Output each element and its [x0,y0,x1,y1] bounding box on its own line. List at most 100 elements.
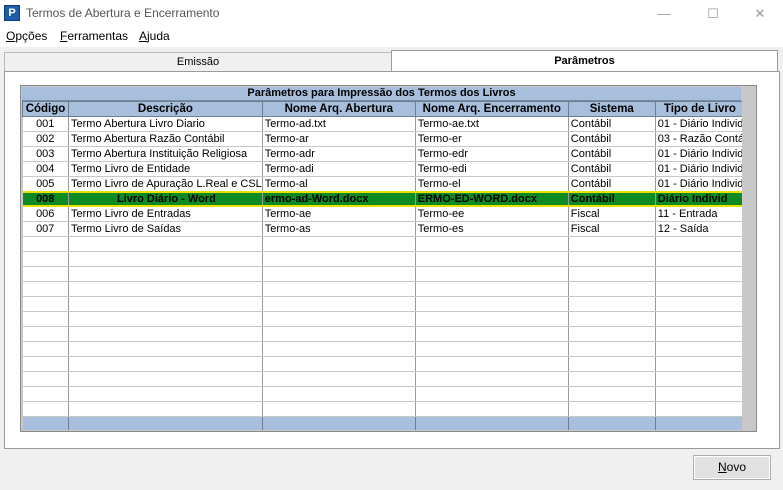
tab-emissao[interactable]: Emissão [4,52,392,71]
empty-cell[interactable] [568,401,656,417]
menu-ajuda[interactable]: Ajuda [139,29,170,43]
empty-row[interactable] [22,266,746,282]
table-cell[interactable]: Contábil [568,146,656,162]
empty-row[interactable] [22,311,746,327]
empty-cell[interactable] [22,341,69,357]
empty-cell[interactable] [415,266,569,282]
empty-row[interactable] [22,341,746,357]
empty-cell[interactable] [415,326,569,342]
table-cell[interactable]: ERMO-ED-WORD.docx [415,191,569,207]
empty-cell[interactable] [415,311,569,327]
empty-cell[interactable] [568,371,656,387]
empty-cell[interactable] [68,251,263,267]
empty-cell[interactable] [262,326,416,342]
table-cell[interactable]: Contábil [568,176,656,193]
empty-row[interactable] [22,386,746,402]
empty-cell[interactable] [262,401,416,417]
maximize-button[interactable]: ☐ [690,0,736,27]
empty-cell[interactable] [22,401,69,417]
empty-cell[interactable] [568,326,656,342]
empty-cell[interactable] [68,296,263,312]
table-cell[interactable]: Termo-ae.txt [415,116,569,132]
table-row[interactable]: 003 Termo Abertura Instituição Religiosa T… [22,146,746,162]
empty-cell[interactable] [415,341,569,357]
tab-parametros[interactable]: Parâmetros [391,50,778,72]
empty-cell[interactable] [655,386,746,402]
empty-cell[interactable] [415,236,569,252]
table-cell[interactable]: Termo-ae [262,206,416,222]
column-header-tipo-livro[interactable]: Tipo de Livro [654,101,746,117]
empty-cell[interactable] [568,296,656,312]
empty-cell[interactable] [22,296,69,312]
empty-cell[interactable] [655,281,746,297]
empty-cell[interactable] [68,386,263,402]
column-header-sistema[interactable]: Sistema [567,101,656,117]
empty-cell[interactable] [22,371,69,387]
table-cell[interactable]: Termo-el [415,176,569,193]
empty-cell[interactable] [655,296,746,312]
empty-cell[interactable] [415,386,569,402]
empty-cell[interactable] [655,356,746,372]
empty-cell[interactable] [68,266,263,282]
table-cell[interactable]: 006 [22,206,69,222]
column-header-arq-abertura[interactable]: Nome Arq. Abertura [261,101,416,117]
empty-cell[interactable] [415,356,569,372]
empty-cell[interactable] [415,401,569,417]
close-button[interactable]: ✕ [737,0,783,27]
table-cell[interactable]: Fiscal [568,221,656,237]
table-cell[interactable]: 001 [22,116,69,132]
table-cell[interactable]: 005 [22,176,69,193]
table-cell[interactable]: 01 - Diário Individ [655,146,746,162]
empty-cell[interactable] [262,341,416,357]
empty-row[interactable] [22,296,746,312]
table-cell[interactable]: Termo-as [262,221,416,237]
table-cell[interactable]: Diário Individ [655,191,746,207]
table-cell[interactable]: 008 [22,191,69,207]
table-row[interactable]: 008 Livro Diário - Word ermo-ad-Word.docx E… [22,191,746,207]
empty-cell[interactable] [415,371,569,387]
table-cell[interactable]: 003 [22,146,69,162]
empty-cell[interactable] [568,266,656,282]
table-cell[interactable]: Termo-es [415,221,569,237]
empty-row[interactable] [22,401,746,417]
minimize-button[interactable]: — [641,0,687,27]
table-cell[interactable]: Termo Livro de Entradas [68,206,263,222]
table-cell[interactable]: 01 - Diário Individ [655,161,746,177]
empty-cell[interactable] [22,236,69,252]
table-cell[interactable]: Termo Livro de Saídas [68,221,263,237]
table-cell[interactable]: Termo-edi [415,161,569,177]
table-cell[interactable]: Termo-ee [415,206,569,222]
table-cell[interactable]: Termo-ar [262,131,416,147]
empty-row[interactable] [22,251,746,267]
empty-cell[interactable] [415,281,569,297]
column-header-codigo[interactable]: Código [22,101,69,117]
table-cell[interactable]: Termo Abertura Razão Contábil [68,131,263,147]
table-cell[interactable]: Termo Livro de Apuração L.Real e CSL [68,176,263,193]
empty-cell[interactable] [262,281,416,297]
table-cell[interactable]: Termo-edr [415,146,569,162]
table-cell[interactable]: Contábil [568,191,656,207]
empty-cell[interactable] [68,311,263,327]
table-cell[interactable]: Termo-adi [262,161,416,177]
menu-opcoes[interactable]: Opções [6,29,47,43]
empty-cell[interactable] [568,341,656,357]
empty-cell[interactable] [415,296,569,312]
empty-cell[interactable] [22,281,69,297]
table-cell[interactable]: Termo Abertura Livro Diario [68,116,263,132]
empty-cell[interactable] [568,281,656,297]
empty-cell[interactable] [655,341,746,357]
table-cell[interactable]: Termo-al [262,176,416,193]
empty-cell[interactable] [655,236,746,252]
empty-cell[interactable] [68,326,263,342]
empty-cell[interactable] [568,311,656,327]
empty-cell[interactable] [262,251,416,267]
empty-cell[interactable] [68,236,263,252]
table-cell[interactable]: Livro Diário - Word [68,191,263,207]
empty-cell[interactable] [262,296,416,312]
empty-cell[interactable] [262,266,416,282]
table-cell[interactable]: 002 [22,131,69,147]
novo-button[interactable]: Novo [693,455,771,480]
empty-cell[interactable] [655,266,746,282]
table-cell[interactable]: 12 - Saída [655,221,746,237]
empty-cell[interactable] [568,356,656,372]
